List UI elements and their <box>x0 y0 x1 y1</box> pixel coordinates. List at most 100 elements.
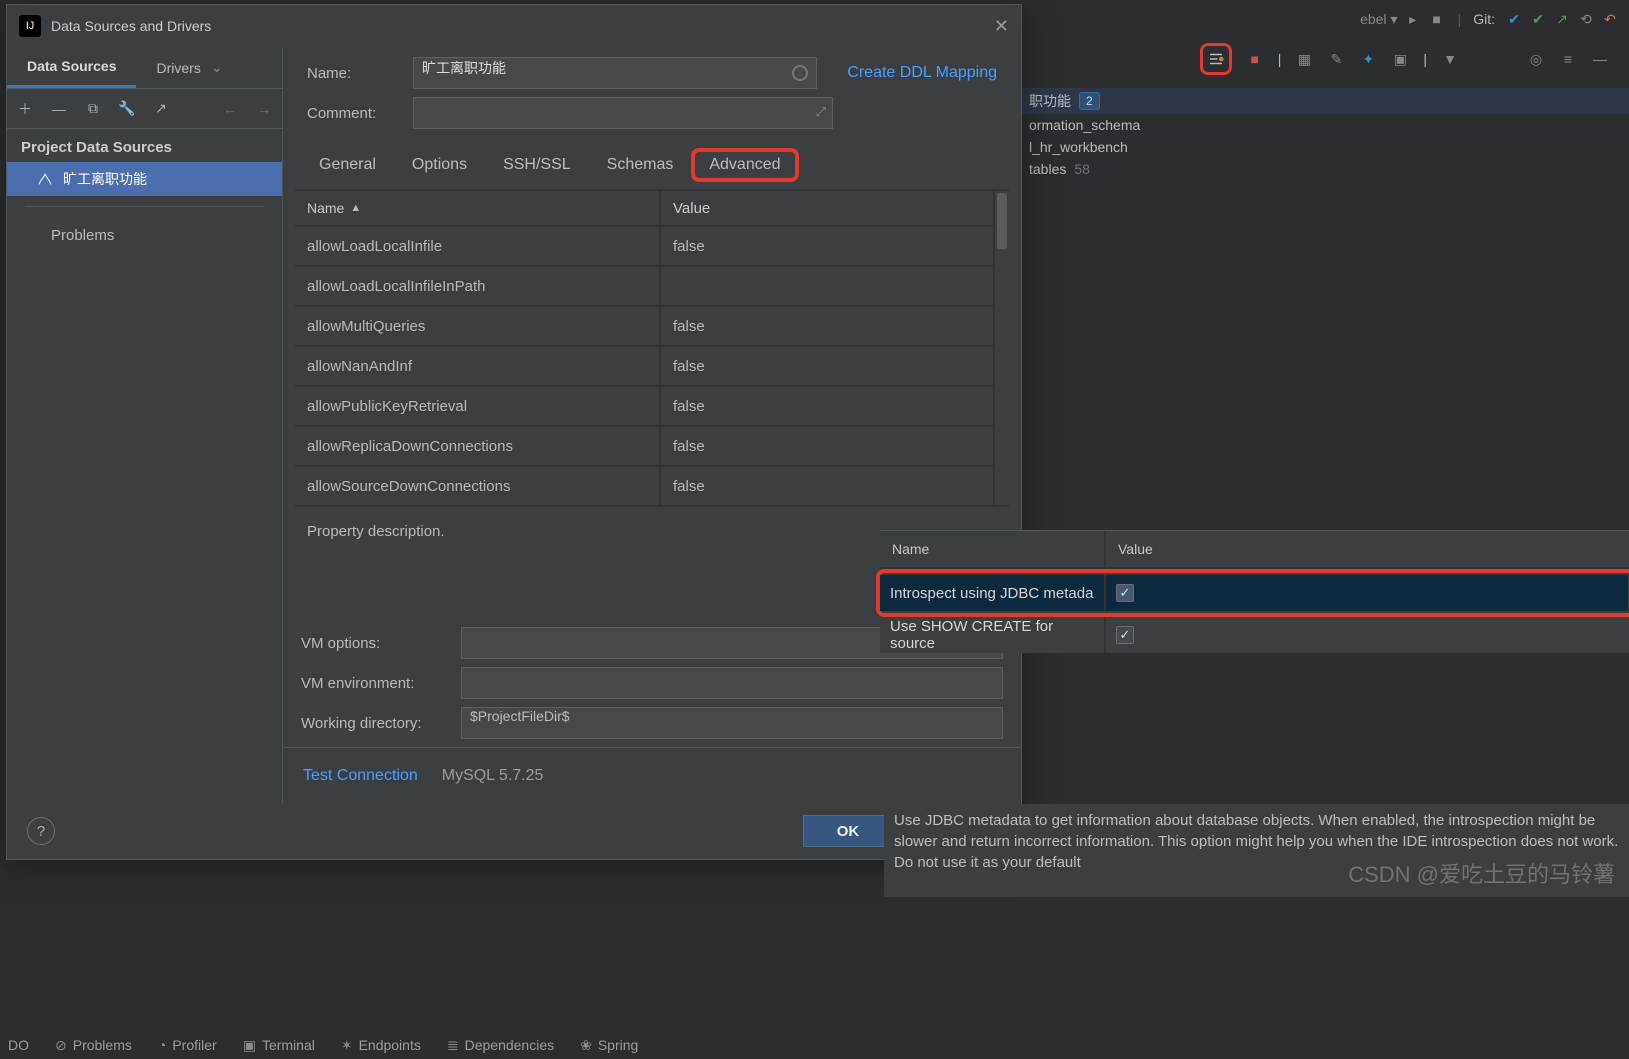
datasource-properties-icon[interactable] <box>1207 50 1225 68</box>
config-tabs: General Options SSH/SSL Schemas Advanced <box>283 143 1021 187</box>
table-cell[interactable] <box>661 267 995 307</box>
dialog-title-text: Data Sources and Drivers <box>51 18 211 34</box>
checkbox-checked-icon[interactable]: ✓ <box>1116 584 1134 602</box>
driver-version: MySQL 5.7.25 <box>442 767 544 785</box>
vm-env-input[interactable] <box>461 667 1003 699</box>
sb-profiler[interactable]: ◔Profiler <box>158 1037 217 1053</box>
sort-asc-icon: ▲ <box>350 202 361 214</box>
tab-ssh-ssl[interactable]: SSH/SSL <box>485 143 589 187</box>
th-value[interactable]: Value <box>661 191 995 227</box>
table-cell[interactable]: false <box>661 427 995 467</box>
tab-general[interactable]: General <box>301 143 394 187</box>
table-cell[interactable]: allowReplicaDownConnections <box>295 427 661 467</box>
table-cell[interactable]: false <box>661 347 995 387</box>
git-label: Git: <box>1473 11 1495 27</box>
table-cell[interactable]: allowMultiQueries <box>295 307 661 347</box>
git-update-icon[interactable]: ✔ <box>1505 10 1523 28</box>
comment-label: Comment: <box>307 105 403 122</box>
tab-advanced[interactable]: Advanced <box>701 156 788 174</box>
table-cell[interactable]: false <box>661 387 995 427</box>
checkbox-checked-icon[interactable]: ✓ <box>1116 626 1134 644</box>
table-cell[interactable]: allowLoadLocalInfileInPath <box>295 267 661 307</box>
collapse-icon[interactable]: — <box>1591 50 1609 68</box>
data-sources-dialog: IJ Data Sources and Drivers ✕ Data Sourc… <box>6 4 1022 860</box>
scrollbar[interactable] <box>995 191 1009 507</box>
sb-terminal[interactable]: ▣Terminal <box>243 1037 315 1054</box>
db-schema-node[interactable]: l_hr_workbench <box>1029 136 1629 158</box>
create-ddl-mapping-link[interactable]: Create DDL Mapping <box>847 64 997 82</box>
ov-th-value[interactable]: Value <box>1106 531 1629 569</box>
hammer-icon[interactable]: ▸ <box>1404 10 1422 28</box>
th-name[interactable]: Name▲ <box>295 191 661 227</box>
git-rollback-icon[interactable]: ↶ <box>1601 10 1619 28</box>
db-schema-node[interactable]: ormation_schema <box>1029 114 1629 136</box>
sb-spring[interactable]: ❀Spring <box>580 1037 638 1054</box>
database-toolbar: ■ | ▦ ✎ ✦ ▣ | ▼ ◎ ≡ — <box>1029 40 1629 78</box>
db-tables-node[interactable]: tables 58 <box>1029 158 1629 180</box>
tab-options[interactable]: Options <box>394 143 485 187</box>
overlay-row-show-create[interactable]: Use SHOW CREATE for source ✓ <box>880 617 1629 653</box>
sb-endpoints[interactable]: ✶Endpoints <box>341 1037 421 1054</box>
db-node-selected[interactable]: 职功能 2 <box>1021 88 1629 114</box>
table-icon[interactable]: ▦ <box>1295 50 1313 68</box>
git-push-icon[interactable]: ↗ <box>1553 10 1571 28</box>
dependencies-icon: ≣ <box>447 1037 459 1054</box>
name-input[interactable]: 旷工离职功能 <box>413 57 817 89</box>
table-cell[interactable]: false <box>661 307 995 347</box>
sb-dependencies[interactable]: ≣Dependencies <box>447 1037 554 1054</box>
color-circle-icon[interactable] <box>792 65 808 81</box>
back-icon[interactable]: ← <box>220 99 240 119</box>
wrench-icon[interactable]: 🔧 <box>117 99 137 119</box>
jump-icon[interactable]: ✦ <box>1359 50 1377 68</box>
profiler-icon: ◔ <box>158 1037 166 1053</box>
stop-square-icon[interactable]: ■ <box>1246 50 1264 68</box>
help-button[interactable]: ? <box>27 817 55 845</box>
database-tree: 职功能 2 ormation_schema l_hr_workbench tab… <box>1029 82 1629 186</box>
warning-icon: ⊘ <box>55 1037 67 1054</box>
tab-drivers[interactable]: Drivers⌄ <box>136 47 242 88</box>
test-connection-link[interactable]: Test Connection <box>303 767 418 785</box>
table-cell[interactable]: allowLoadLocalInfile <box>295 227 661 267</box>
section-header: Project Data Sources <box>7 129 282 162</box>
spring-icon: ❀ <box>580 1037 592 1054</box>
problems-item[interactable]: Problems <box>7 217 282 254</box>
terminal-icon: ▣ <box>243 1037 256 1054</box>
tab-data-sources[interactable]: Data Sources <box>7 47 136 88</box>
sb-do[interactable]: DO <box>8 1037 29 1053</box>
mysql-icon <box>37 171 53 187</box>
export-icon[interactable]: ↗ <box>151 99 171 119</box>
table-cell[interactable]: false <box>661 227 995 267</box>
ov-th-name[interactable]: Name <box>880 531 1106 569</box>
table-cell[interactable]: false <box>661 467 995 507</box>
close-icon[interactable]: ✕ <box>994 16 1009 37</box>
stop-icon[interactable]: ■ <box>1428 10 1446 28</box>
jrebel-dropdown[interactable]: ebel▾ <box>1360 11 1398 28</box>
endpoints-icon: ✶ <box>341 1037 353 1054</box>
table-cell[interactable]: allowNanAndInf <box>295 347 661 387</box>
expand-icon[interactable]: ⤢ <box>816 104 826 120</box>
console-icon[interactable]: ▣ <box>1391 50 1409 68</box>
datasource-item[interactable]: 旷工离职功能 <box>7 162 282 196</box>
highlight-box: Introspect using JDBC metada ✓ <box>876 569 1629 617</box>
working-dir-input[interactable]: $ProjectFileDir$ <box>461 707 1003 739</box>
overlay-row-introspect[interactable]: Introspect using JDBC metada ✓ <box>880 575 1628 611</box>
add-icon[interactable]: ＋ <box>15 99 35 119</box>
forward-icon[interactable]: → <box>254 99 274 119</box>
ok-button[interactable]: OK <box>803 815 893 847</box>
git-history-icon[interactable]: ⟲ <box>1577 10 1595 28</box>
copy-icon[interactable]: ⧉ <box>83 99 103 119</box>
dialog-titlebar: IJ Data Sources and Drivers ✕ <box>7 5 1021 47</box>
filter-icon[interactable]: ▼ <box>1441 50 1459 68</box>
table-cell[interactable]: allowSourceDownConnections <box>295 467 661 507</box>
table-cell[interactable]: allowPublicKeyRetrieval <box>295 387 661 427</box>
remove-icon[interactable]: — <box>49 99 69 119</box>
settings-icon[interactable]: ≡ <box>1559 50 1577 68</box>
working-dir-label: Working directory: <box>301 715 451 732</box>
sb-problems[interactable]: ⊘Problems <box>55 1037 132 1054</box>
left-panel: Data Sources Drivers⌄ ＋ — ⧉ 🔧 ↗ ← → Proj… <box>7 47 283 803</box>
target-icon[interactable]: ◎ <box>1527 50 1545 68</box>
git-commit-icon[interactable]: ✔ <box>1529 10 1547 28</box>
tab-schemas[interactable]: Schemas <box>589 143 692 187</box>
comment-input[interactable]: ⤢ <box>413 97 833 129</box>
edit-icon[interactable]: ✎ <box>1327 50 1345 68</box>
